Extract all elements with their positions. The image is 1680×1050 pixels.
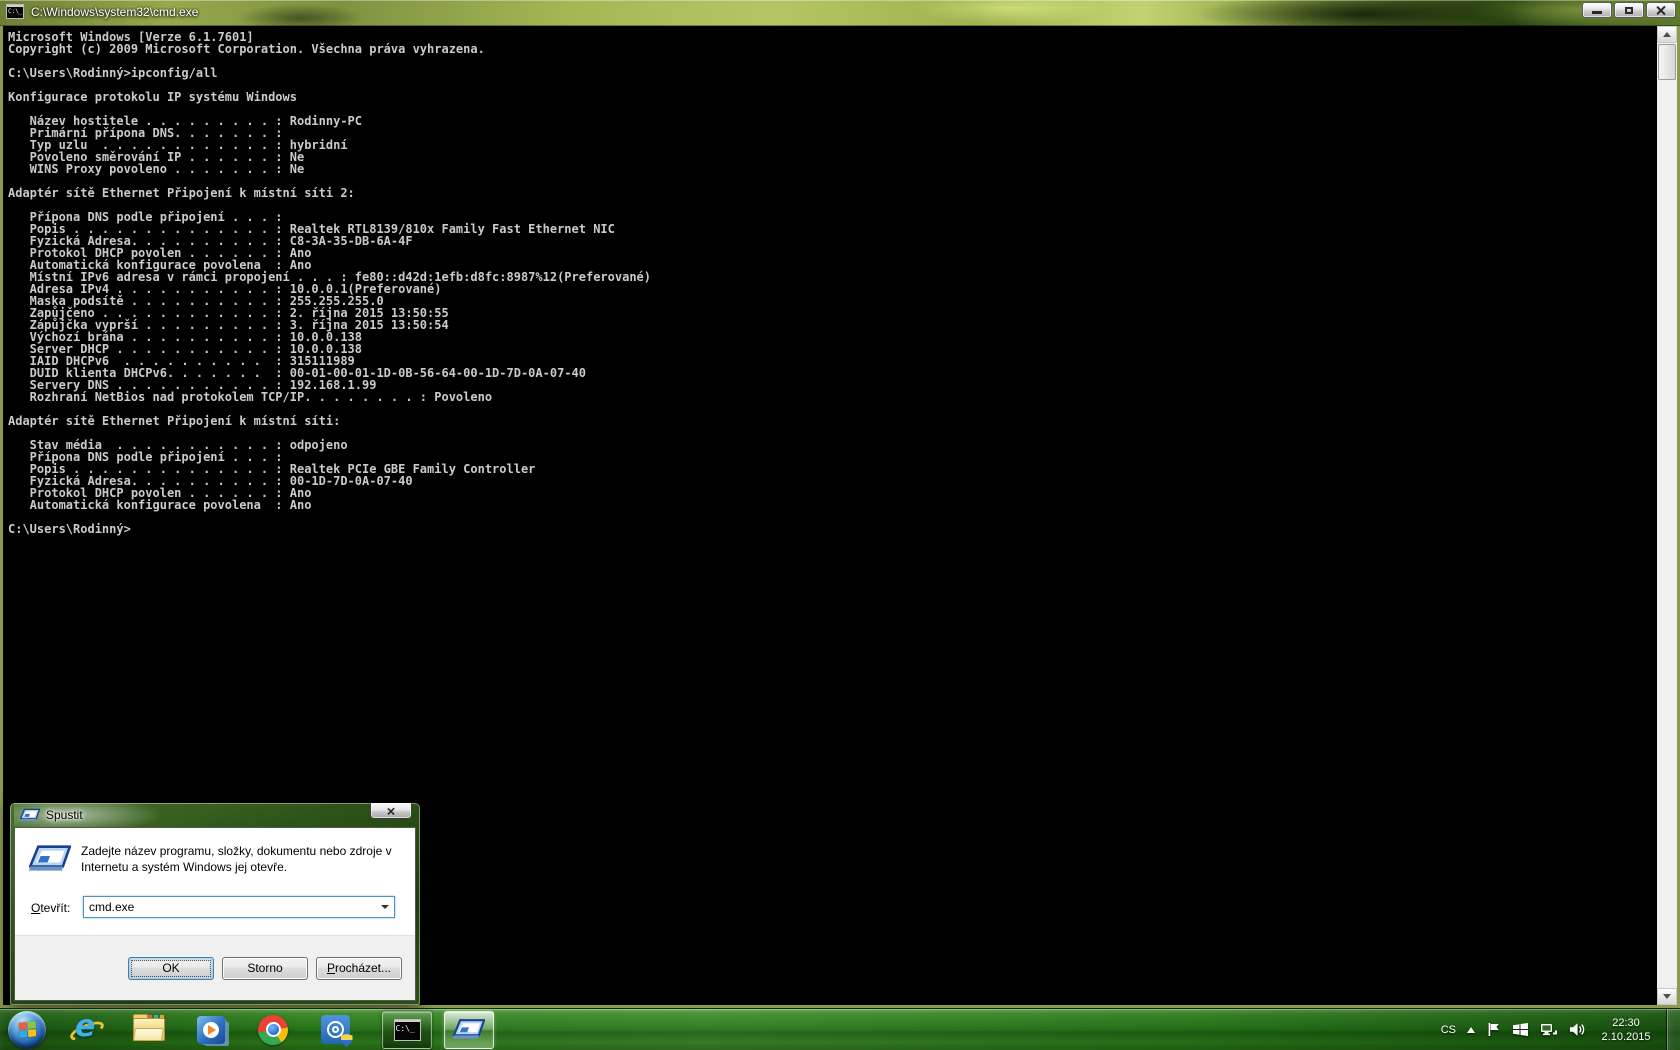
taskbar-item-app-shield[interactable] [304,1010,366,1050]
media-player-icon [197,1015,225,1044]
close-icon [387,807,395,815]
taskbar-window-run-dialog[interactable] [444,1010,494,1049]
folder-icon [133,1013,165,1042]
cmd-window-title: C:\Windows\system32\cmd.exe [31,4,199,19]
browse-button[interactable]: Procházet... [316,956,402,980]
taskbar-window-cmd[interactable]: C:\_ [382,1010,432,1049]
run-dialog: Spustit Zadejte název programu, složky, … [10,803,420,1005]
console-output: Microsoft Windows [Verze 6.1.7601] Copyr… [8,30,651,536]
open-combobox[interactable]: cmd.exe [83,896,395,918]
message-line-1: Zadejte název programu, složky, dokument… [81,844,392,858]
cmd-icon: C:\_ [393,1018,421,1041]
arrow-up-icon [1663,32,1671,37]
desktop-screen: C:\_ C:\Windows\system32\cmd.exe Microso… [0,0,1680,1050]
taskbar-item-internet-explorer[interactable]: e [56,1009,118,1050]
console-scrollbar[interactable] [1657,26,1677,1005]
run-dialog-message: Zadejte název programu, složky, dokument… [81,843,392,875]
minimize-icon [1592,11,1602,14]
arrow-down-icon [1663,994,1671,999]
uac-shield-icon [340,1034,353,1047]
taskbar-item-chrome[interactable] [242,1010,304,1050]
combobox-dropdown-button[interactable] [376,905,394,909]
run-icon [20,808,40,821]
clock-date: 2.10.2015 [1601,1030,1651,1043]
taskbar: e C:\_ CS 22:30 2.10.2015 [0,1008,1680,1050]
maximize-icon [1625,6,1633,14]
scrollbar-thumb[interactable] [1658,44,1676,80]
pinned-icons: e [56,1009,366,1050]
internet-explorer-icon: e [67,1009,107,1045]
clock[interactable]: 22:30 2.10.2015 [1597,1016,1655,1044]
language-indicator[interactable]: CS [1441,1024,1456,1036]
run-dialog-close-button[interactable] [370,803,412,819]
app-with-shield-icon [320,1015,353,1047]
run-dialog-titlebar[interactable]: Spustit [14,803,416,827]
open-combobox-value[interactable]: cmd.exe [84,900,376,914]
window-controls [1582,2,1676,18]
show-desktop-button[interactable] [1666,1008,1680,1050]
start-button[interactable] [8,1010,46,1049]
show-hidden-icons-button[interactable] [1467,1026,1475,1033]
cmd-titlebar[interactable]: C:\_ C:\Windows\system32\cmd.exe [0,0,1680,26]
close-icon [1656,5,1666,15]
cancel-button[interactable]: Storno [222,956,308,980]
run-icon [453,1018,485,1038]
ok-button[interactable]: OK [128,956,214,980]
taskbar-item-media-player[interactable] [180,1010,242,1050]
chrome-icon [258,1014,288,1045]
run-dialog-footer: OK Storno Procházet... [15,936,415,1000]
system-tray: CS 22:30 2.10.2015 [1441,1008,1680,1050]
run-icon-large [29,845,71,871]
cmd-window-icon: C:\_ [6,4,24,19]
volume-icon[interactable] [1569,1022,1586,1037]
close-button[interactable] [1646,2,1676,18]
network-icon[interactable] [1540,1022,1558,1037]
clock-time: 22:30 [1612,1016,1640,1029]
run-dialog-content: Zadejte název programu, složky, dokument… [15,828,415,936]
message-line-2: Internetu a systém Windows jej otevře. [81,860,288,874]
action-center-flag-icon[interactable] [1486,1022,1501,1037]
open-label: Otevřít: [31,901,71,915]
minimize-button[interactable] [1582,2,1612,18]
windows-logo-icon[interactable] [1512,1022,1529,1037]
maximize-button[interactable] [1614,2,1644,18]
run-dialog-body: Zadejte název programu, složky, dokument… [14,827,416,1001]
chevron-down-icon [381,905,389,909]
run-dialog-title: Spustit [46,808,83,822]
scrollbar-up-button[interactable] [1657,26,1677,43]
windows-flag-icon [18,1021,36,1038]
scrollbar-down-button[interactable] [1657,988,1677,1005]
taskbar-item-windows-explorer[interactable] [118,1010,180,1050]
